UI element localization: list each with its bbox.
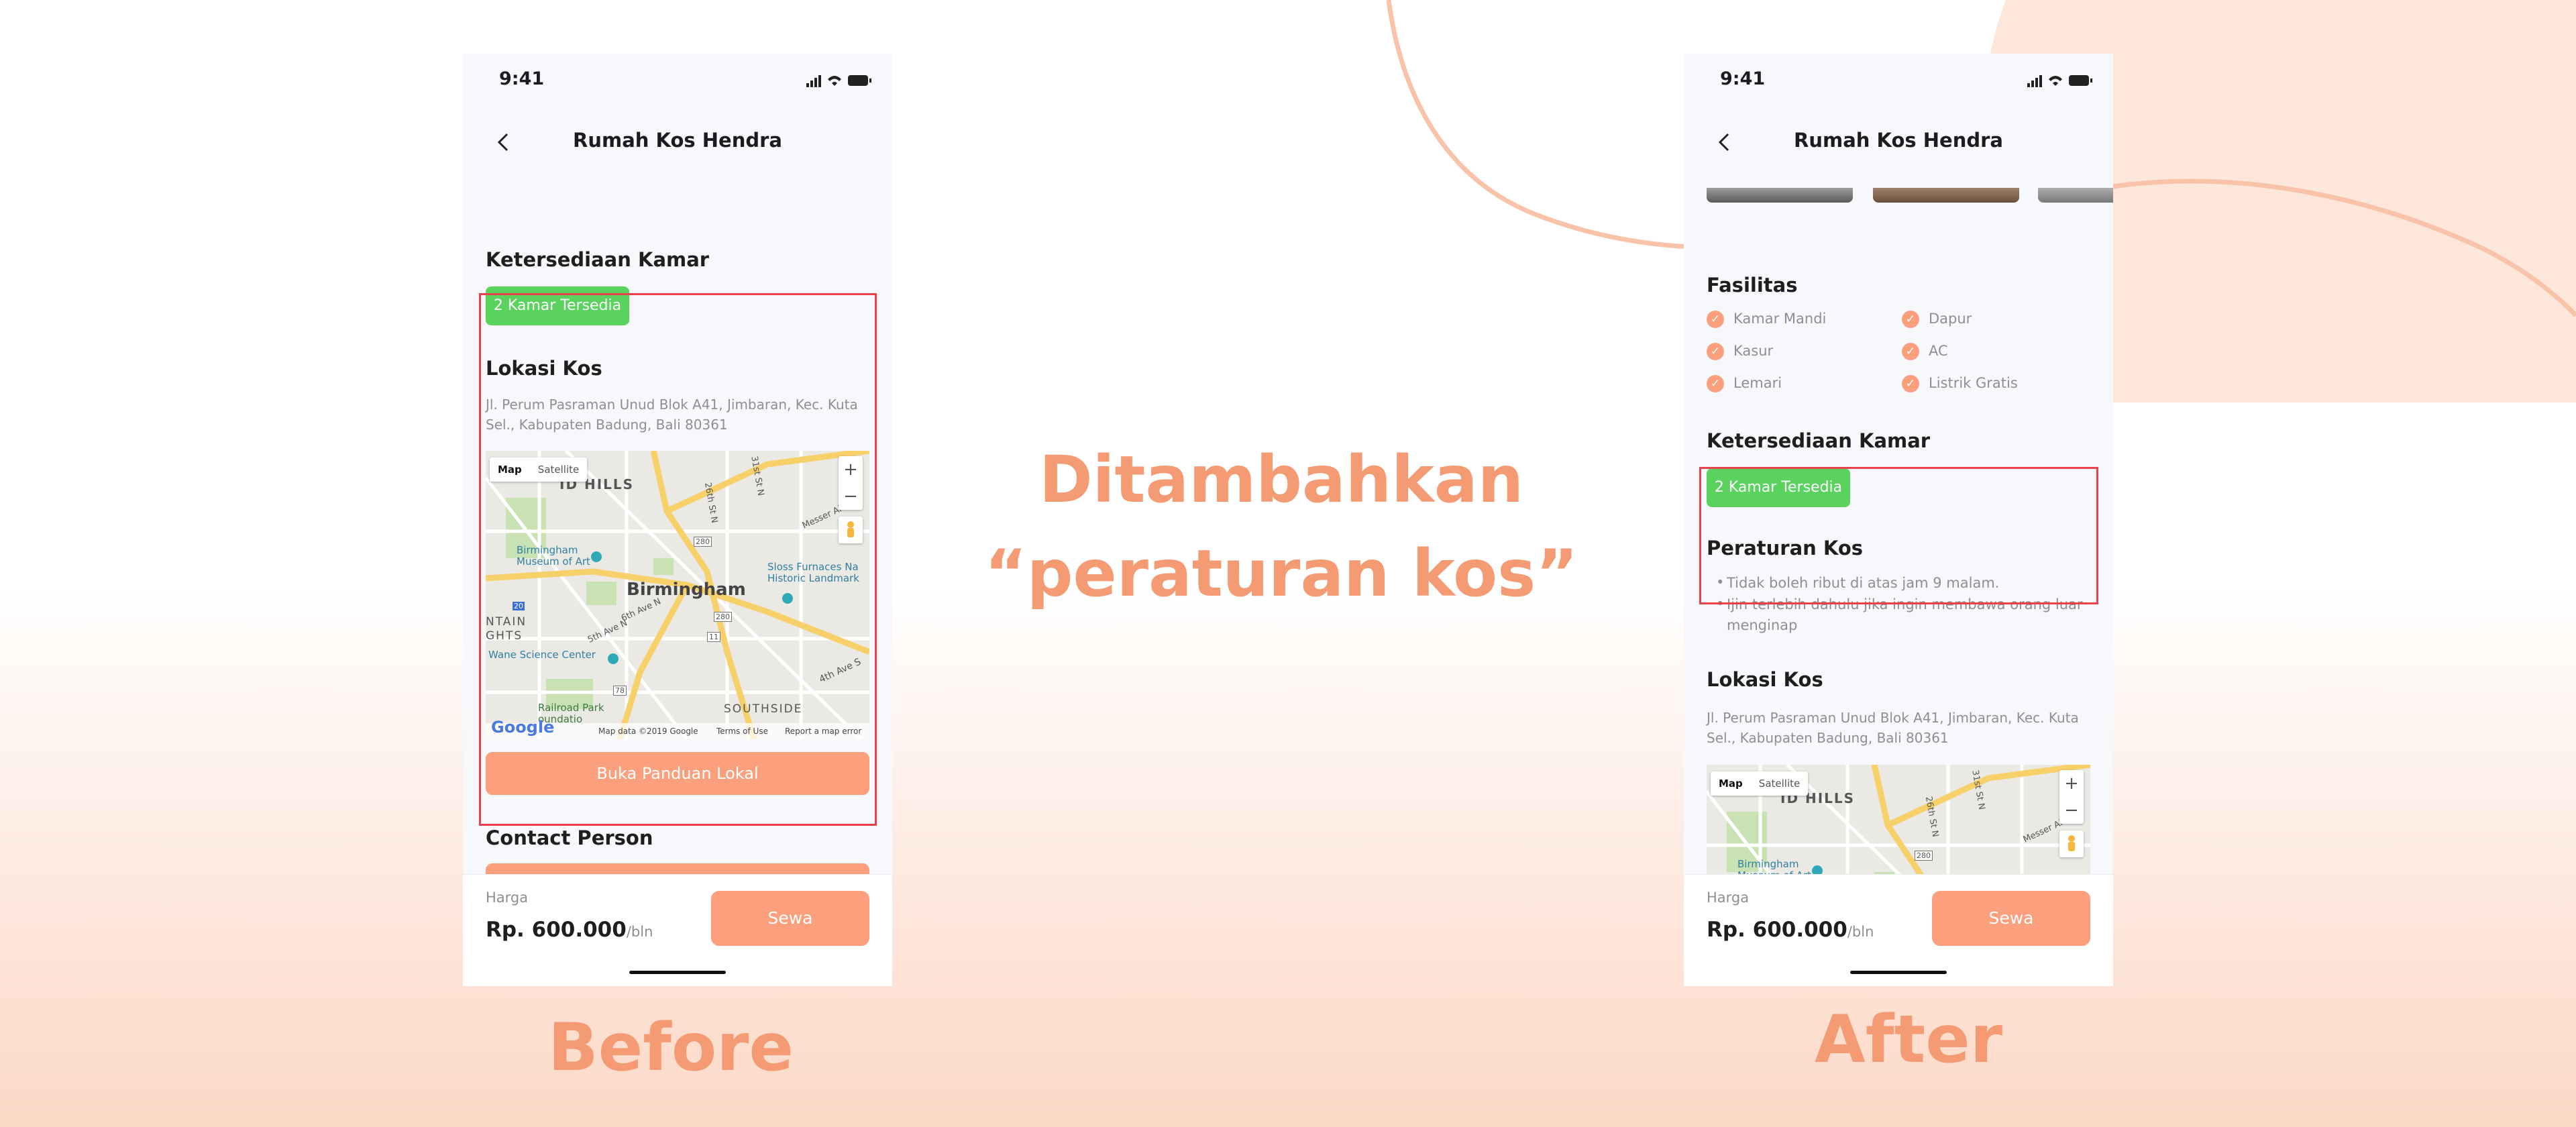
facility-item: ✓ Dapur: [1902, 311, 1972, 328]
highlight-box-before: [479, 293, 877, 826]
price-unit: /bln: [626, 924, 653, 940]
price-unit: /bln: [1847, 924, 1874, 940]
pegman-icon[interactable]: [2059, 830, 2084, 857]
check-icon: ✓: [1902, 311, 1919, 328]
bottom-bar: Harga Rp. 600.000/bln Sewa: [463, 874, 892, 986]
headline-line-1: Ditambahkan: [1038, 442, 1524, 517]
nav-bar: Rumah Kos Hendra: [1684, 114, 2113, 188]
facility-label: AC: [1929, 343, 1948, 359]
route-shield: 280: [1915, 851, 1933, 861]
check-icon: ✓: [1707, 375, 1724, 392]
facility-label: Listrik Gratis: [1929, 375, 2018, 391]
location-title: Lokasi Kos: [1707, 668, 1823, 691]
map-type-toggle[interactable]: Map Satellite: [1711, 771, 1809, 796]
price-label: Harga: [1707, 890, 1750, 906]
zoom-out-button[interactable]: −: [2059, 797, 2084, 824]
address-line-2: Sel., Kabupaten Badung, Bali 80361: [1707, 730, 1949, 746]
facility-item: ✓ Lemari: [1707, 375, 1782, 392]
map-label-museum-line-1: Birmingham: [1737, 858, 1799, 870]
highlight-box-after: [1699, 467, 2098, 604]
page-title: Rumah Kos Hendra: [1794, 129, 2003, 152]
price: Rp. 600.000/bln: [1707, 918, 1874, 942]
status-bar: 9:41: [1684, 54, 2113, 107]
home-indicator: [629, 971, 726, 974]
address-line-1: Jl. Perum Pasraman Unud Blok A41, Jimbar…: [1707, 710, 2079, 726]
signal-wifi-battery-icon: [2027, 75, 2092, 87]
map-type-satellite[interactable]: Satellite: [1751, 771, 1808, 796]
photo-thumbnail[interactable]: [2038, 188, 2113, 203]
headline-line-2: “peraturan kos”: [984, 536, 1578, 611]
facility-label: Kasur: [1733, 343, 1774, 359]
facility-label: Kamar Mandi: [1733, 311, 1827, 327]
rent-button[interactable]: Sewa: [1932, 891, 2090, 946]
after-caption: After: [1814, 1002, 2003, 1078]
page-title: Rumah Kos Hendra: [573, 129, 782, 152]
status-time: 9:41: [1720, 68, 1766, 89]
zoom-in-button[interactable]: +: [2059, 770, 2084, 797]
availability-title: Ketersediaan Kamar: [1707, 429, 1931, 452]
check-icon: ✓: [1707, 311, 1724, 328]
home-indicator: [1850, 971, 1947, 974]
price-label: Harga: [486, 890, 529, 906]
photo-thumbnail[interactable]: [1707, 188, 1853, 203]
photo-thumbnail[interactable]: [1873, 188, 2019, 203]
rule-text: menginap: [1727, 617, 1798, 633]
price: Rp. 600.000/bln: [486, 918, 653, 942]
check-icon: ✓: [1707, 343, 1724, 360]
facility-item: ✓ Kasur: [1707, 343, 1773, 360]
nav-bar: Rumah Kos Hendra: [463, 114, 892, 188]
facility-item: ✓ Listrik Gratis: [1902, 375, 2018, 392]
facility-label: Dapur: [1929, 311, 1972, 327]
status-time: 9:41: [499, 68, 545, 89]
zoom-control: + −: [2059, 770, 2084, 824]
facilities-title: Fasilitas: [1707, 274, 1798, 297]
rent-button[interactable]: Sewa: [711, 891, 869, 946]
facility-item: ✓ AC: [1902, 343, 1948, 360]
check-icon: ✓: [1902, 375, 1919, 392]
price-value: Rp. 600.000: [486, 918, 627, 942]
availability-title: Ketersediaan Kamar: [486, 248, 710, 271]
status-bar: 9:41: [463, 54, 892, 107]
signal-wifi-battery-icon: [806, 75, 871, 87]
map-type-map[interactable]: Map: [1711, 771, 1751, 796]
bottom-bar: Harga Rp. 600.000/bln Sewa: [1684, 874, 2113, 986]
contact-title: Contact Person: [486, 826, 653, 849]
price-value: Rp. 600.000: [1707, 918, 1847, 942]
facility-label: Lemari: [1733, 375, 1782, 391]
facility-item: ✓ Kamar Mandi: [1707, 311, 1826, 328]
check-icon: ✓: [1902, 343, 1919, 360]
before-caption: Before: [548, 1010, 794, 1086]
